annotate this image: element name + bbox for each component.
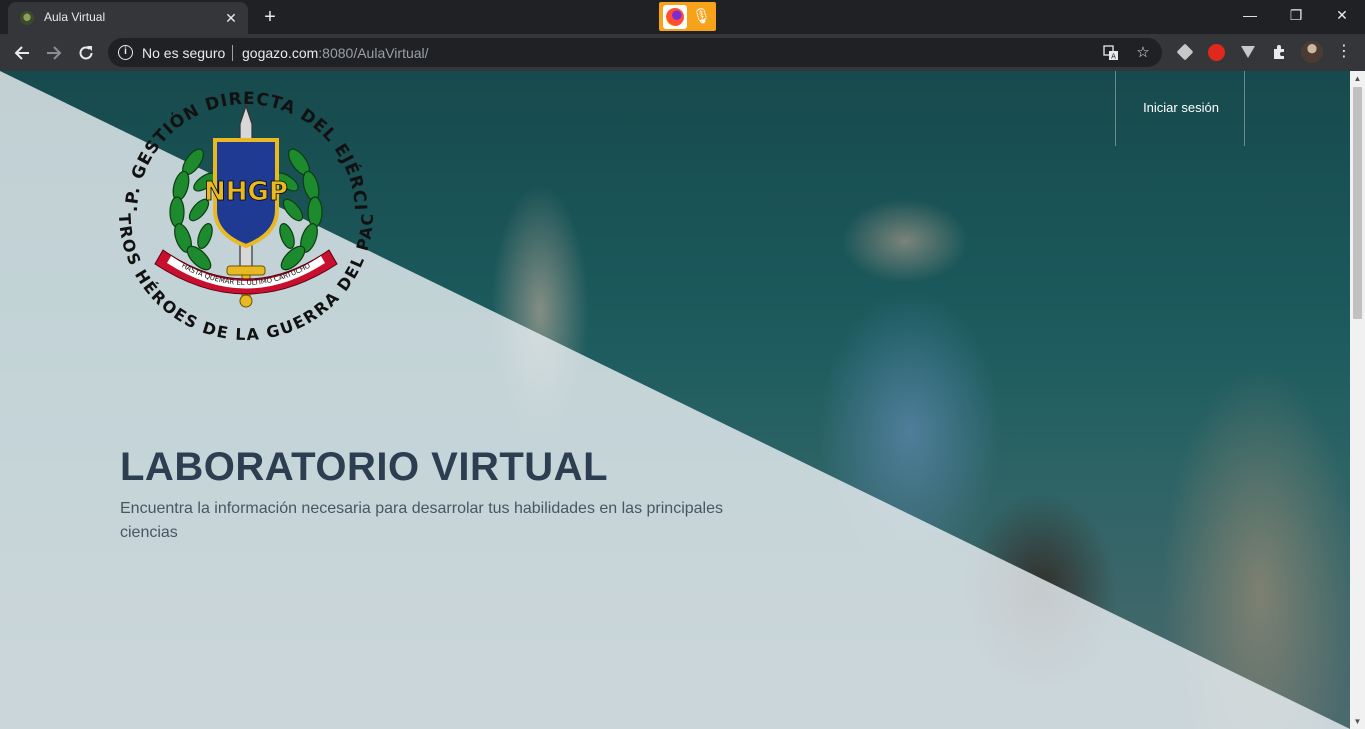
v-extension-icon[interactable] bbox=[1238, 42, 1258, 62]
extensions-puzzle-icon[interactable] bbox=[1269, 42, 1289, 62]
back-arrow-icon[interactable] bbox=[8, 39, 36, 67]
url-text[interactable]: gogazo.com:8080/AulaVirtual/ bbox=[242, 45, 429, 61]
translate-icon[interactable]: A bbox=[1101, 43, 1121, 63]
new-tab-button[interactable]: + bbox=[258, 5, 282, 29]
laurel-right-icon bbox=[275, 148, 323, 271]
scroll-up-arrow-icon[interactable]: ▲ bbox=[1350, 71, 1365, 86]
bookmark-star-icon[interactable]: ☆ bbox=[1133, 43, 1153, 63]
cube-extension-icon[interactable] bbox=[1176, 43, 1194, 61]
firefox-icon[interactable] bbox=[663, 5, 687, 29]
info-icon[interactable]: i bbox=[118, 45, 133, 60]
forward-arrow-icon[interactable] bbox=[40, 39, 68, 67]
scroll-down-arrow-icon[interactable]: ▼ bbox=[1350, 714, 1365, 729]
adblock-extension-icon[interactable] bbox=[1208, 44, 1225, 61]
address-bar[interactable]: i No es seguro gogazo.com:8080/AulaVirtu… bbox=[108, 38, 1162, 67]
minimize-button[interactable]: — bbox=[1227, 0, 1273, 30]
scrollbar-thumb[interactable] bbox=[1353, 87, 1362, 319]
floating-extension-widget[interactable]: 🎙 bbox=[659, 2, 716, 31]
profile-avatar[interactable] bbox=[1301, 41, 1323, 63]
browser-menu-icon[interactable]: ⋮ bbox=[1334, 41, 1354, 63]
shield-letters: NHGP bbox=[204, 177, 288, 207]
shield-emblem: NHGP bbox=[204, 138, 288, 249]
login-link[interactable]: Iniciar sesión bbox=[1116, 100, 1246, 115]
security-status[interactable]: No es seguro bbox=[142, 45, 225, 61]
url-host: gogazo.com bbox=[242, 45, 319, 61]
tab-close-icon[interactable]: ✕ bbox=[222, 9, 240, 27]
favicon-icon bbox=[20, 11, 34, 25]
tab-title: Aula Virtual bbox=[44, 10, 106, 24]
window-close-button[interactable]: ✕ bbox=[1319, 0, 1365, 30]
school-crest-logo: I.E.P. GESTIÓN DIRECTA DEL EJÉRCITO NUES… bbox=[115, 82, 377, 344]
hero-title: LABORATORIO VIRTUAL bbox=[120, 445, 608, 489]
hero-subtitle: Encuentra la información necesaria para … bbox=[120, 500, 724, 541]
laurel-left-icon bbox=[169, 148, 217, 271]
reload-icon[interactable] bbox=[72, 39, 100, 67]
browser-toolbar: i No es seguro gogazo.com:8080/AulaVirtu… bbox=[0, 34, 1365, 71]
page-viewport: Iniciar sesión I.E.P. GESTIÓN DIRECTA DE… bbox=[0, 71, 1365, 729]
svg-text:A: A bbox=[1111, 53, 1116, 61]
login-nav: Iniciar sesión bbox=[1115, 71, 1245, 146]
microphone-icon[interactable]: 🎙 bbox=[692, 7, 711, 27]
page-scrollbar[interactable]: ▲ ▼ bbox=[1350, 71, 1365, 729]
tab-aula-virtual[interactable]: Aula Virtual ✕ bbox=[8, 2, 248, 34]
url-path: :8080/AulaVirtual/ bbox=[318, 45, 429, 61]
tab-strip: Aula Virtual ✕ + 🎙 — ❐ ✕ bbox=[0, 0, 1365, 34]
restore-button[interactable]: ❐ bbox=[1273, 0, 1319, 30]
omnibox-separator bbox=[232, 45, 233, 61]
